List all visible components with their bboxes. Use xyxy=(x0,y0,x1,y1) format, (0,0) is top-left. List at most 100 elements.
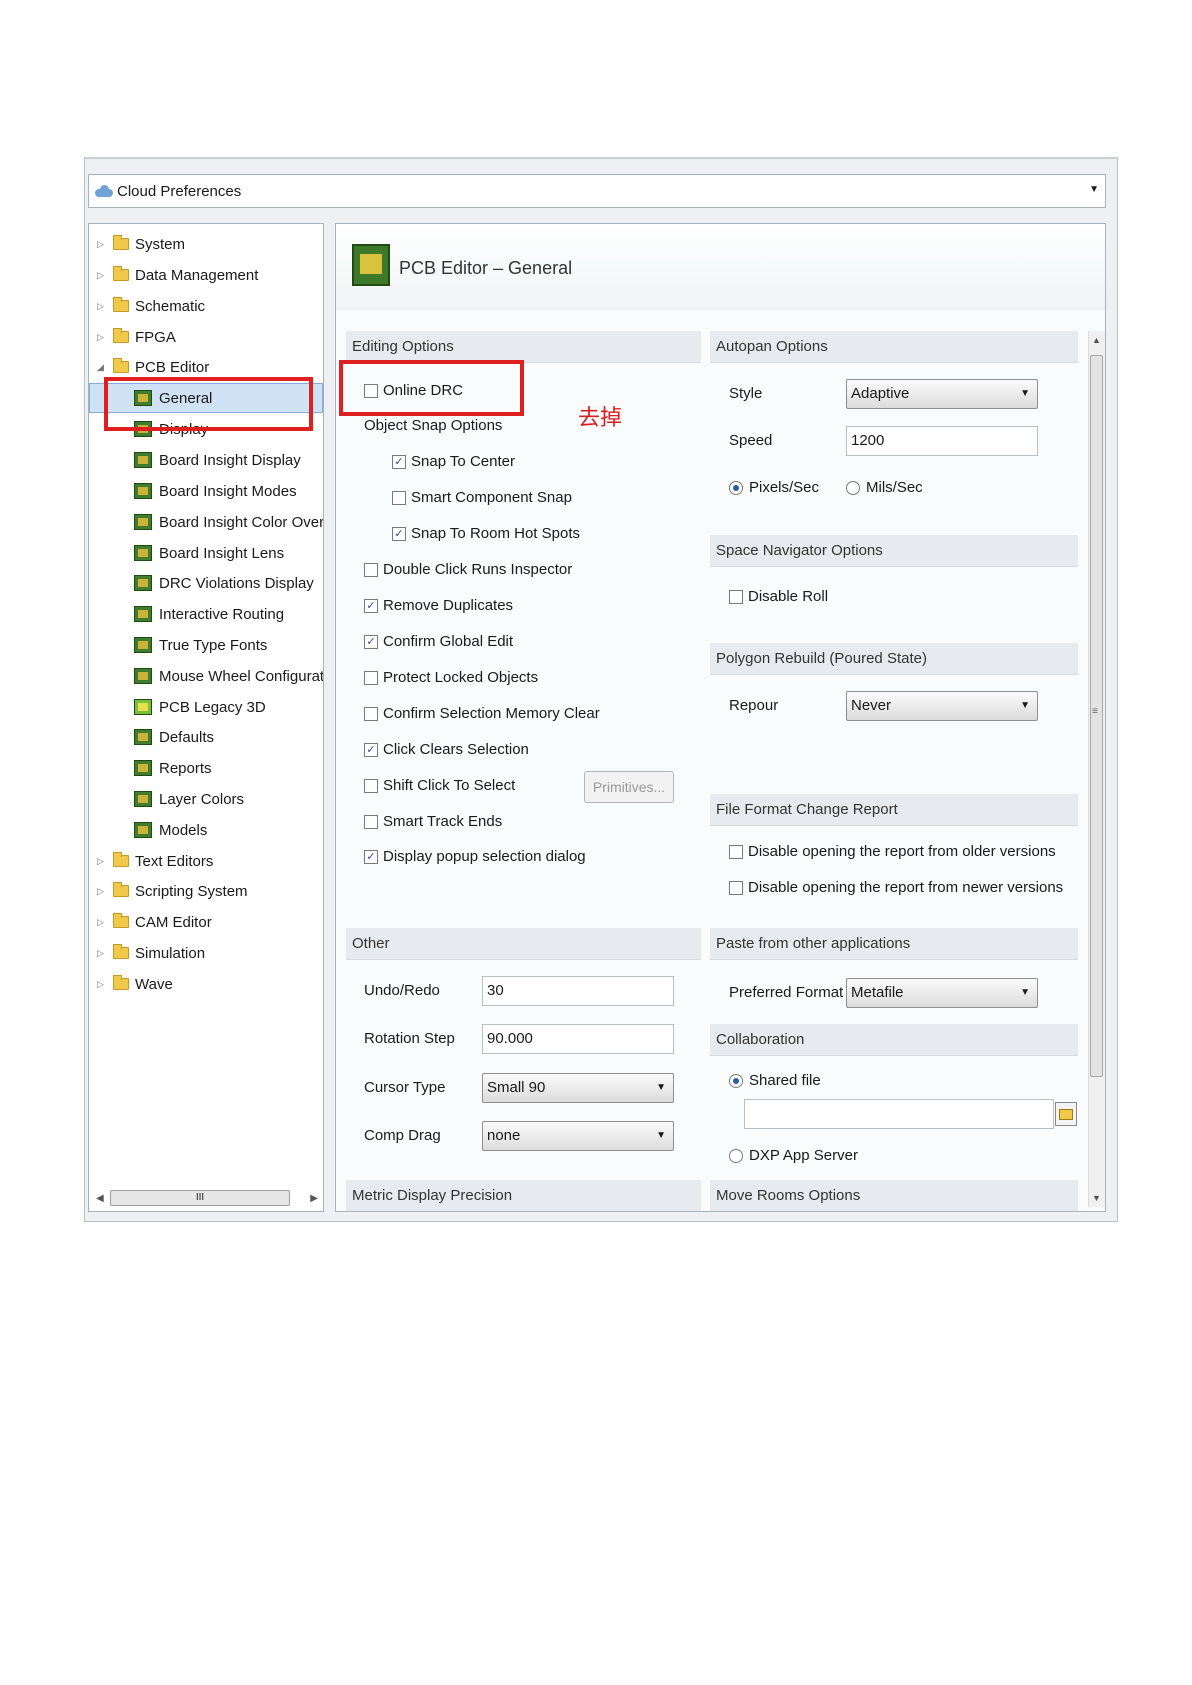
checkbox-box[interactable] xyxy=(364,706,378,721)
disable-newer-versions-checkbox[interactable]: Disable opening the report from newer ve… xyxy=(729,879,1063,896)
checkbox-box[interactable] xyxy=(364,562,378,577)
tree-item-simulation[interactable]: ▷ Simulation xyxy=(97,940,205,966)
tree-item-defaults[interactable]: Defaults xyxy=(134,724,214,750)
smart-component-snap-checkbox[interactable]: Smart Component Snap xyxy=(392,489,572,506)
radio-button[interactable] xyxy=(729,480,743,495)
tree-item-scripting-system[interactable]: ▷ Scripting System xyxy=(97,878,248,904)
repour-select[interactable]: Never ▼ xyxy=(846,691,1038,721)
radio-button[interactable] xyxy=(846,480,860,495)
tree-item-reports[interactable]: Reports xyxy=(134,755,212,781)
tree-item-wave[interactable]: ▷ Wave xyxy=(97,971,173,997)
checkbox-box[interactable] xyxy=(729,880,743,895)
cursor-type-label: Cursor Type xyxy=(364,1079,446,1096)
checkbox-box[interactable] xyxy=(729,589,743,604)
tree-item-data-management[interactable]: ▷ Data Management xyxy=(97,262,258,288)
scroll-right-icon[interactable]: ▶ xyxy=(310,1193,318,1204)
checkbox-box[interactable] xyxy=(364,778,378,793)
checkbox-box[interactable] xyxy=(364,670,378,685)
tree-item-mouse-wheel-configuration[interactable]: Mouse Wheel Configuratior xyxy=(134,663,323,689)
autopan-speed-input[interactable]: 1200 xyxy=(846,426,1038,456)
chevron-down-icon[interactable]: ▼ xyxy=(1089,184,1099,195)
click-clears-selection-checkbox[interactable]: ✓ Click Clears Selection xyxy=(364,741,529,758)
disable-roll-checkbox[interactable]: Disable Roll xyxy=(729,588,828,605)
comp-drag-select[interactable]: none ▼ xyxy=(482,1121,674,1151)
checkbox-box[interactable] xyxy=(729,844,743,859)
speed-label: Speed xyxy=(729,432,773,449)
metric-display-precision-header: Metric Display Precision xyxy=(346,1180,701,1211)
display-popup-selection-dialog-checkbox[interactable]: ✓ Display popup selection dialog xyxy=(364,848,586,865)
radio-button[interactable] xyxy=(729,1148,743,1163)
scroll-grip-icon: ≡ xyxy=(1092,706,1098,717)
page-title: PCB Editor – General xyxy=(399,258,573,278)
check-icon[interactable]: ✓ xyxy=(364,634,378,649)
primitives-button[interactable]: Primitives... xyxy=(584,771,674,803)
expand-arrow-icon[interactable]: ▷ xyxy=(97,948,105,959)
checkbox-box[interactable] xyxy=(392,490,406,505)
check-icon[interactable]: ✓ xyxy=(392,454,406,469)
rotation-step-input[interactable]: 90.000 xyxy=(482,1024,674,1054)
tree-horizontal-scrollbar[interactable]: ◀ III ▶ xyxy=(92,1189,318,1207)
undo-redo-input[interactable]: 30 xyxy=(482,976,674,1006)
style-label: Style xyxy=(729,385,763,402)
tree-item-cam-editor[interactable]: ▷ CAM Editor xyxy=(97,909,212,935)
tree-item-pcb-legacy-3d[interactable]: PCB Legacy 3D xyxy=(134,694,266,720)
shared-file-radio[interactable]: Shared file xyxy=(729,1072,821,1089)
cursor-type-select[interactable]: Small 90 ▼ xyxy=(482,1073,674,1103)
double-click-runs-inspector-checkbox[interactable]: Double Click Runs Inspector xyxy=(364,561,572,578)
disable-older-versions-checkbox[interactable]: Disable opening the report from older ve… xyxy=(729,843,1056,860)
expand-arrow-icon[interactable]: ▷ xyxy=(97,301,105,312)
expand-arrow-icon[interactable]: ▷ xyxy=(97,332,105,343)
location-bar[interactable]: Cloud Preferences ▼ xyxy=(88,174,1106,208)
expand-arrow-icon[interactable]: ▷ xyxy=(97,270,105,281)
scroll-up-icon[interactable]: ▲ xyxy=(1092,335,1101,345)
panel-vertical-scrollbar[interactable]: ▲ ≡ ▼ xyxy=(1088,331,1105,1207)
check-icon[interactable]: ✓ xyxy=(364,598,378,613)
tree-item-board-insight-display[interactable]: Board Insight Display xyxy=(134,447,301,473)
tree-item-schematic[interactable]: ▷ Schematic xyxy=(97,293,205,319)
tree-item-fpga[interactable]: ▷ FPGA xyxy=(97,324,176,350)
chevron-down-icon: ▼ xyxy=(1020,987,1030,998)
dxp-app-server-radio[interactable]: DXP App Server xyxy=(729,1147,858,1164)
shared-file-path-input[interactable] xyxy=(744,1099,1054,1129)
tree-item-board-insight-lens[interactable]: Board Insight Lens xyxy=(134,540,284,566)
move-rooms-options-header: Move Rooms Options xyxy=(710,1180,1078,1211)
preferred-format-select[interactable]: Metafile ▼ xyxy=(846,978,1038,1008)
tree-item-board-insight-color-overrides[interactable]: Board Insight Color Overrid xyxy=(134,509,323,535)
scroll-thumb[interactable]: III xyxy=(110,1190,290,1206)
check-icon[interactable]: ✓ xyxy=(364,742,378,757)
confirm-selection-memory-clear-checkbox[interactable]: Confirm Selection Memory Clear xyxy=(364,705,600,722)
collapse-arrow-icon[interactable]: ◢ xyxy=(97,362,105,373)
snap-to-room-hot-spots-checkbox[interactable]: ✓ Snap To Room Hot Spots xyxy=(392,525,580,542)
checkbox-box[interactable] xyxy=(364,814,378,829)
expand-arrow-icon[interactable]: ▷ xyxy=(97,917,105,928)
scroll-down-icon[interactable]: ▼ xyxy=(1092,1193,1101,1203)
folder-icon xyxy=(113,328,129,343)
pcb-icon xyxy=(134,791,152,807)
shift-click-to-select-checkbox[interactable]: Shift Click To Select xyxy=(364,777,515,794)
tree-item-true-type-fonts[interactable]: True Type Fonts xyxy=(134,632,267,658)
expand-arrow-icon[interactable]: ▷ xyxy=(97,979,105,990)
confirm-global-edit-checkbox[interactable]: ✓ Confirm Global Edit xyxy=(364,633,513,650)
radio-button[interactable] xyxy=(729,1073,743,1088)
expand-arrow-icon[interactable]: ▷ xyxy=(97,856,105,867)
tree-item-system[interactable]: ▷ System xyxy=(97,231,185,257)
tree-item-layer-colors[interactable]: Layer Colors xyxy=(134,786,244,812)
browse-folder-button[interactable] xyxy=(1055,1102,1077,1126)
remove-duplicates-checkbox[interactable]: ✓ Remove Duplicates xyxy=(364,597,513,614)
expand-arrow-icon[interactable]: ▷ xyxy=(97,239,105,250)
check-icon[interactable]: ✓ xyxy=(392,526,406,541)
smart-track-ends-checkbox[interactable]: Smart Track Ends xyxy=(364,813,502,830)
pixels-per-sec-radio[interactable]: Pixels/Sec xyxy=(729,479,819,496)
tree-item-interactive-routing[interactable]: Interactive Routing xyxy=(134,601,284,627)
snap-to-center-checkbox[interactable]: ✓ Snap To Center xyxy=(392,453,515,470)
mils-per-sec-radio[interactable]: Mils/Sec xyxy=(846,479,923,496)
tree-item-board-insight-modes[interactable]: Board Insight Modes xyxy=(134,478,297,504)
scroll-left-icon[interactable]: ◀ xyxy=(96,1193,104,1204)
check-icon[interactable]: ✓ xyxy=(364,849,378,864)
expand-arrow-icon[interactable]: ▷ xyxy=(97,886,105,897)
tree-item-drc-violations-display[interactable]: DRC Violations Display xyxy=(134,570,314,596)
tree-item-text-editors[interactable]: ▷ Text Editors xyxy=(97,848,213,874)
tree-item-models[interactable]: Models xyxy=(134,817,207,843)
protect-locked-objects-checkbox[interactable]: Protect Locked Objects xyxy=(364,669,538,686)
autopan-style-select[interactable]: Adaptive ▼ xyxy=(846,379,1038,409)
